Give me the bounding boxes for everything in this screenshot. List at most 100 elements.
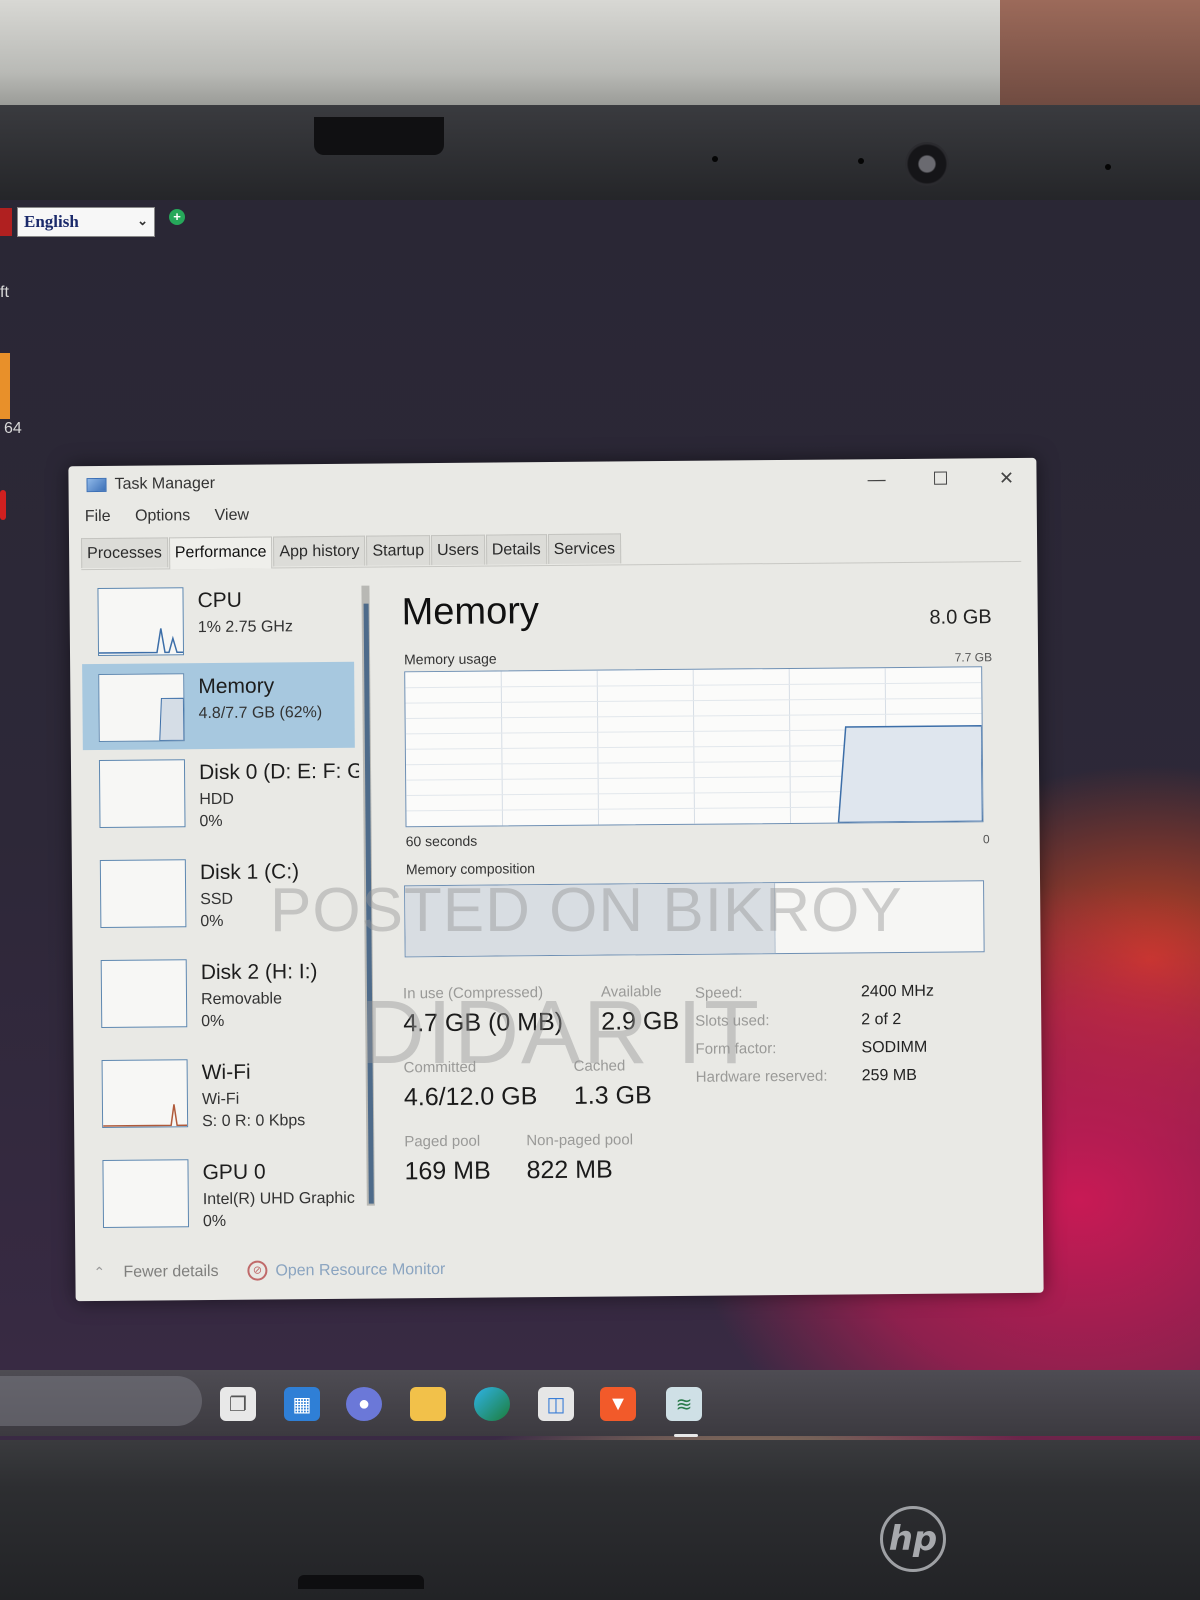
resource-monitor-icon[interactable]: ⊘ [247,1260,268,1281]
memory-usage-area [837,725,983,824]
sidebar-item-detail: S: 0 R: 0 Kbps [202,1112,306,1131]
disk-0-mini-graph [98,759,186,828]
sidebar-item-name: Memory [198,674,275,699]
memory-total: 8.0 GB [929,606,992,629]
disk-2-mini-graph [100,959,188,1028]
photo-scene: English ⌄ + ft 64 Task Manager — ☐ ✕ Fil… [0,0,1200,1600]
memory-mini-graph [98,673,185,742]
sidebar-item-detail: 0% [202,1212,227,1231]
sidebar-item-wifi[interactable]: Wi-Fi Wi-Fi S: 0 R: 0 Kbps [85,1048,358,1136]
task-manager-icon[interactable]: ≋ [666,1387,702,1421]
menu-options[interactable]: Options [135,507,190,524]
chevron-up-icon[interactable]: ⌃ [93,1264,105,1281]
paged-pool-value: 169 MB [404,1156,491,1186]
sidebar-item-gpu-0[interactable]: GPU 0 Intel(R) UHD Graphic 0% [86,1148,359,1236]
wifi-mini-graph [101,1059,189,1128]
page-title: Memory [401,590,540,634]
sidebar-item-cpu[interactable]: CPU 1% 2.75 GHz [81,576,354,664]
menu-file[interactable]: File [85,508,111,525]
sidebar-item-name: GPU 0 [202,1160,266,1185]
cached-value: 1.3 GB [573,1081,652,1110]
cpu-mini-graph [97,587,185,656]
minimize-button[interactable]: — [856,465,896,493]
sidebar-item-name: Wi-Fi [201,1060,251,1085]
menu-bar: File Options View [85,506,269,532]
hardware-reserved-value: 259 MB [861,1066,917,1085]
title-bar[interactable]: Task Manager — ☐ ✕ [68,458,1036,504]
bezel-sensor-dot [1105,164,1111,170]
sidebar-item-disk-2[interactable]: Disk 2 (H: I:) Removable 0% [85,948,358,1036]
graph-time-right: 0 [982,832,990,847]
add-icon[interactable]: + [169,209,185,225]
non-paged-pool-value: 822 MB [526,1155,613,1185]
sidebar-item-detail: Intel(R) UHD Graphic [202,1189,355,1209]
sidebar-item-disk-0[interactable]: Disk 0 (D: E: F: G HDD 0% [83,748,360,836]
sidebar-item-detail: Removable [200,990,283,1009]
memory-usage-max: 7.7 GB [954,650,993,665]
watermark-line-2: DIDAR IT [360,983,762,1083]
tab-strip: Processes Performance App history Startup Us… [81,529,1022,571]
sidebar-item-name: Disk 2 (H: I:) [200,960,318,985]
tab-services[interactable]: Services [547,533,622,565]
taskbar-search[interactable] [0,1376,202,1426]
maximize-button[interactable]: ☐ [920,464,960,492]
chat-icon[interactable]: ● [346,1387,382,1421]
hp-logo-text: hp [888,1519,938,1559]
bezel-sensor-dot [858,158,864,164]
active-app-indicator [674,1434,698,1437]
slots-used-value: 2 of 2 [861,1010,902,1029]
laptop-hinge [298,1575,424,1589]
memory-usage-label: Memory usage [404,650,497,668]
form-factor-value: SODIMM [861,1038,928,1057]
sidebar-item-memory[interactable]: Memory 4.8/7.7 GB (62%) [82,661,355,751]
open-resource-monitor-link[interactable]: Open Resource Monitor [275,1261,445,1280]
wifi-mini-graph-line [103,1104,188,1127]
sidebar-item-detail: 0% [200,912,224,931]
fewer-details-link[interactable]: Fewer details [123,1263,218,1282]
sidebar-item-name: CPU [197,588,242,613]
memory-usage-graph [404,666,984,828]
desktop-folder-icon-partial[interactable] [0,353,10,419]
bezel-notch [314,117,444,155]
gpu-mini-graph [102,1159,190,1228]
tab-details[interactable]: Details [485,534,547,565]
widgets-icon[interactable]: ▦ [284,1387,320,1421]
file-explorer-icon[interactable] [410,1387,446,1421]
graph-time-left: 60 seconds [405,832,478,850]
menu-view[interactable]: View [215,507,250,524]
webcam [905,142,949,186]
sidebar-item-detail: 0% [199,812,223,831]
sidebar-item-detail: Wi-Fi [201,1090,240,1109]
language-select[interactable]: English ⌄ [17,207,155,237]
background-shelf [1000,0,1200,110]
close-button[interactable]: ✕ [986,464,1026,492]
non-paged-pool-label: Non-paged pool [526,1131,634,1150]
laptop-screen: English ⌄ + ft 64 Task Manager — ☐ ✕ Fil… [0,200,1200,1465]
tab-startup[interactable]: Startup [366,535,431,566]
store-icon[interactable]: ◫ [538,1387,574,1421]
sidebar-item-name: Disk 0 (D: E: F: G [198,759,360,785]
paged-pool-label: Paged pool [404,1132,481,1151]
desktop-app-icon-partial [0,208,12,236]
task-manager-app-icon [86,477,107,493]
task-view-icon[interactable]: ❐ [220,1387,256,1421]
edge-icon[interactable] [474,1387,510,1421]
tab-processes[interactable]: Processes [81,537,168,569]
desktop-app-icon-partial[interactable] [0,490,6,520]
background-room [0,0,1200,120]
chevron-down-icon: ⌄ [137,213,148,228]
bezel-sensor-dot [712,156,718,162]
committed-value: 4.6/12.0 GB [403,1082,538,1112]
tab-performance[interactable]: Performance [168,536,273,570]
brave-icon[interactable]: ▼ [600,1387,636,1421]
tab-app-history[interactable]: App history [273,535,366,567]
speed-value: 2400 MHz [860,982,934,1001]
language-select-value: English [24,212,79,231]
cpu-mini-graph-line [98,628,184,654]
hp-logo: hp [880,1506,946,1572]
tab-users[interactable]: Users [430,534,485,566]
disk-1-mini-graph [99,859,187,928]
sidebar-item-detail: 1% 2.75 GHz [197,618,294,637]
sidebar-item-detail: 4.8/7.7 GB (62%) [198,704,323,723]
memory-usage-graph-svg [405,668,983,826]
